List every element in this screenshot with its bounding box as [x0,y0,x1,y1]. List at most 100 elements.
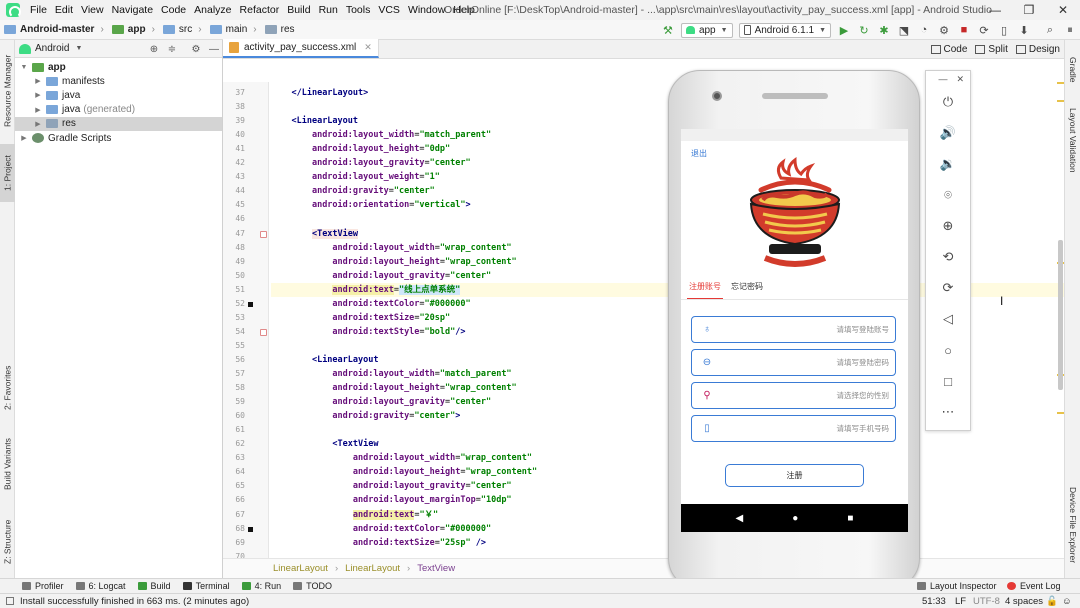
logout-link[interactable]: 退出 [691,148,707,159]
tool-tab-device-file-explorer[interactable]: Device File Explorer [1065,480,1080,570]
line-number[interactable]: 53 [223,313,245,322]
caret-position[interactable]: 51:33 [922,594,946,608]
tool-profiler[interactable]: Profiler [22,581,64,591]
run-icon[interactable]: ▶ [836,22,852,38]
tool-tab-favorites[interactable]: 2: Favorites [0,360,15,416]
line-number[interactable]: 60 [223,411,245,420]
tree-item-res[interactable]: ▶ res [15,116,222,131]
line-number[interactable]: 45 [223,200,245,209]
menu-run[interactable]: Run [315,4,342,16]
lock-icon[interactable]: 🔓 [1046,594,1058,608]
password-field[interactable]: ⊖ 请填写登陆密码 [691,349,896,376]
close-window-icon[interactable]: ✕ [1046,0,1080,20]
line-number[interactable]: 37 [223,88,245,97]
line-number[interactable]: 58 [223,383,245,392]
menu-tools[interactable]: Tools [342,4,375,16]
line-number[interactable]: 46 [223,214,245,223]
nav-crumb-res[interactable]: res [261,24,299,35]
line-number[interactable]: 54 [223,327,245,336]
line-number[interactable]: 64 [223,467,245,476]
tree-item-gradle-scripts[interactable]: ▶ Gradle Scripts [15,131,222,145]
apply-changes-icon[interactable]: ↻ [856,22,872,38]
stop-icon[interactable]: ■ [956,22,972,38]
tree-item-manifests[interactable]: ▶ manifests [15,74,222,88]
line-number[interactable]: 59 [223,397,245,406]
overview-icon[interactable]: □ [939,372,957,390]
line-number[interactable]: 41 [223,144,245,153]
chevron-right-icon[interactable]: ▶ [33,91,43,99]
phone-number-field[interactable]: ▯ 请填写手机号码 [691,415,896,442]
line-number[interactable]: 50 [223,271,245,280]
tree-item-java[interactable]: ▶ java [15,88,222,102]
coverage-icon[interactable]: ⬔ [896,22,912,38]
tool-tab-structure[interactable]: Z: Structure [0,514,15,570]
line-number[interactable]: 49 [223,257,245,266]
menu-refactor[interactable]: Refactor [236,4,284,16]
warning-marker[interactable] [1057,82,1064,84]
tool-run[interactable]: 4: Run [241,581,281,591]
volume-up-icon[interactable]: 🔊 [939,124,957,142]
line-number[interactable]: 62 [223,439,245,448]
chevron-right-icon[interactable]: ▶ [33,106,43,114]
menu-build[interactable]: Build [283,4,314,16]
tool-tab-build-variants[interactable]: Build Variants [0,434,15,494]
line-number[interactable]: 67 [223,510,245,519]
account-field[interactable]: ♁ 请填写登陆账号 [691,316,896,343]
tree-item-app[interactable]: ▼ app [15,60,222,74]
tool-tab-gradle[interactable]: Gradle [1065,52,1080,88]
device-select[interactable]: Android 6.1.1 ▼ [738,22,831,38]
editor-scrollbar[interactable] [1058,240,1063,390]
breadcrumb-textview[interactable]: TextView [417,563,455,574]
project-view-select[interactable]: Android [35,43,69,54]
menu-navigate[interactable]: Navigate [108,4,157,16]
line-separator[interactable]: LF [955,594,966,608]
notification-icon[interactable]: ☺ [1062,594,1072,608]
hammer-icon[interactable]: ⚒ [660,22,676,38]
power-icon[interactable]: ⏻ [939,93,957,111]
tool-terminal[interactable]: Terminal [182,581,230,591]
overview-icon[interactable]: ■ [847,513,853,524]
minimize-icon[interactable]: — [938,74,947,84]
breadcrumb-linearlayout-2[interactable]: LinearLayout [345,563,400,574]
rotate-left-icon[interactable]: ⟲ [939,248,957,266]
sync-icon[interactable]: ⟳ [976,22,992,38]
line-number[interactable]: 52 [223,299,245,308]
volume-down-icon[interactable]: 🔉 [939,155,957,173]
menu-edit[interactable]: Edit [51,4,77,16]
menu-code[interactable]: Code [157,4,190,16]
indent-setting[interactable]: 4 spaces [1005,594,1043,608]
line-number[interactable]: 47 [223,229,245,238]
register-button[interactable]: 注册 [725,464,864,487]
menu-vcs[interactable]: VCS [374,4,404,16]
line-number[interactable]: 48 [223,243,245,252]
color-swatch-icon[interactable] [248,301,253,307]
avd-manager-icon[interactable]: ▯ [996,22,1012,38]
home-icon[interactable]: ● [792,513,798,524]
menu-analyze[interactable]: Analyze [190,4,235,16]
line-number[interactable]: 43 [223,172,245,181]
search-icon[interactable]: ⌕ [1042,22,1058,38]
back-icon[interactable]: ◀ [736,513,744,524]
line-number[interactable]: 65 [223,481,245,490]
more-icon[interactable]: ⋯ [939,403,957,421]
back-icon[interactable]: ◁ [939,310,957,328]
zoom-icon[interactable]: ⊕ [939,217,957,235]
line-number[interactable]: 44 [223,186,245,195]
warning-marker[interactable] [1057,412,1064,414]
mode-code-button[interactable]: Code [927,44,972,55]
line-number[interactable]: 55 [223,341,245,350]
line-number[interactable]: 61 [223,425,245,434]
nav-crumb-main[interactable]: main › [206,24,261,35]
tool-tab-project[interactable]: 1: Project [0,144,15,202]
run-config-select[interactable]: app ▼ [680,22,733,38]
nav-crumb-app[interactable]: app › [108,24,159,35]
chevron-right-icon[interactable]: ▶ [19,134,29,142]
tool-todo[interactable]: TODO [293,581,332,591]
line-number[interactable]: 38 [223,102,245,111]
chevron-right-icon[interactable]: ▶ [33,77,43,85]
fold-marker-icon[interactable] [260,328,267,336]
status-message[interactable]: Install successfully finished in 663 ms.… [20,596,249,607]
close-tab-icon[interactable]: ✕ [364,42,372,53]
debug-icon[interactable]: ✱ [876,22,892,38]
editor-tab-activity-pay-success[interactable]: activity_pay_success.xml ✕ [223,39,379,58]
